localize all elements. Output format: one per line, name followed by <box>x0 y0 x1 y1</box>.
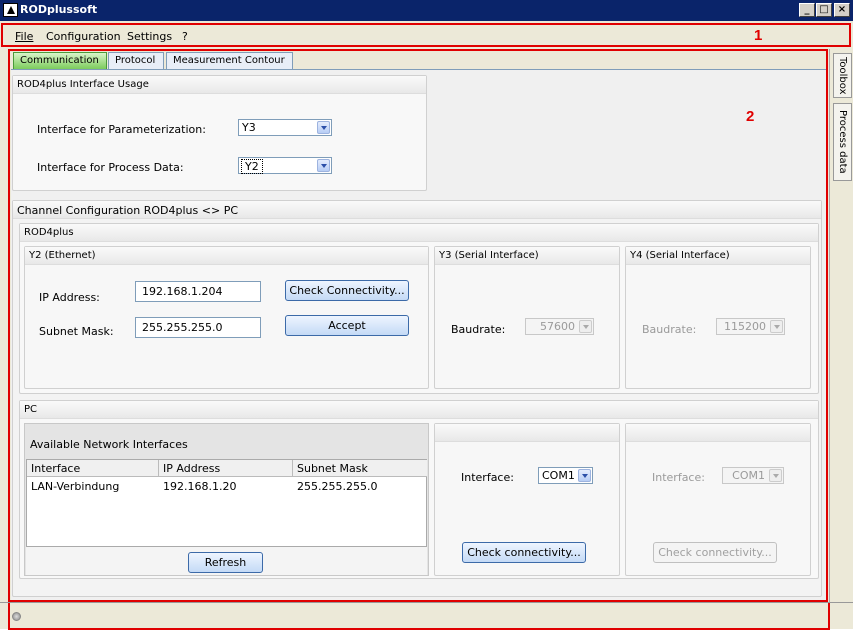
status-led-icon <box>12 612 21 621</box>
channel-config-group: Channel Configuration ROD4plus <> PC ROD… <box>12 200 822 597</box>
table-cell: 255.255.255.0 <box>297 480 378 493</box>
menu-bar: File Configuration Settings ? 1 <box>1 23 851 47</box>
rod4plus-group: ROD4plus Y2 (Ethernet) IP Address: 192.1… <box>19 223 819 394</box>
column-header[interactable]: Interface <box>31 462 80 475</box>
pc-com-select-2[interactable]: COM1 <box>722 467 784 484</box>
y3-serial-group: Y3 (Serial Interface) Baudrate: 57600 <box>434 246 620 389</box>
maximize-button[interactable]: □ <box>816 3 832 17</box>
network-interfaces-panel: Available Network Interfaces Interface I… <box>24 423 429 576</box>
menu-file[interactable]: File <box>15 30 33 43</box>
side-tab-process-data[interactable]: Process data <box>833 103 852 181</box>
process-interface-select[interactable]: Y2 <box>238 157 332 174</box>
pc-serial-group-1: Interface: COM1 Check connectivity... <box>434 423 620 576</box>
menu-settings[interactable]: Settings <box>127 30 172 43</box>
ip-label: IP Address: <box>39 291 100 304</box>
group-title: Y4 (Serial Interface) <box>626 247 810 265</box>
chevron-down-icon <box>769 469 782 482</box>
subnet-label: Subnet Mask: <box>39 325 114 338</box>
baudrate-label: Baudrate: <box>451 323 506 336</box>
chevron-down-icon <box>317 121 330 134</box>
side-tab-toolbox[interactable]: Toolbox <box>833 53 852 98</box>
group-title: Y3 (Serial Interface) <box>435 247 619 265</box>
refresh-button[interactable]: Refresh <box>188 552 263 573</box>
table-cell: 192.168.1.20 <box>163 480 237 493</box>
subnet-mask-input[interactable]: 255.255.255.0 <box>135 317 261 338</box>
param-interface-select[interactable]: Y3 <box>238 119 332 136</box>
pc-com-select-1[interactable]: COM1 <box>538 467 593 484</box>
chevron-down-icon <box>770 320 783 333</box>
column-header[interactable]: IP Address <box>163 462 220 475</box>
menu-help[interactable]: ? <box>182 30 188 43</box>
minimize-button[interactable]: _ <box>799 3 815 17</box>
table-row[interactable]: LAN-Verbindung 192.168.1.20 255.255.255.… <box>27 478 427 495</box>
interface-usage-group: ROD4plus Interface Usage Interface for P… <box>12 75 427 191</box>
y2-ethernet-group: Y2 (Ethernet) IP Address: 192.168.1.204 … <box>24 246 429 389</box>
y3-baudrate-select[interactable]: 57600 <box>525 318 594 335</box>
interface-label: Interface: <box>652 471 705 484</box>
process-label: Interface for Process Data: <box>37 161 184 174</box>
group-title: ROD4plus <box>20 224 818 242</box>
baudrate-label: Baudrate: <box>642 323 697 336</box>
chevron-down-icon <box>578 469 591 482</box>
annotation-1: 1 <box>754 27 763 44</box>
ip-address-input[interactable]: 192.168.1.204 <box>135 281 261 302</box>
table-header: Interface IP Address Subnet Mask <box>27 460 427 477</box>
pc-check-connectivity-button[interactable]: Check connectivity... <box>462 542 586 563</box>
y4-serial-group: Y4 (Serial Interface) Baudrate: 115200 <box>625 246 811 389</box>
tab-content: 2 ROD4plus Interface Usage Interface for… <box>11 69 826 600</box>
window-title: RODplussoft <box>20 3 98 16</box>
table-cell: LAN-Verbindung <box>31 480 120 493</box>
network-interfaces-table: Interface IP Address Subnet Mask LAN-Ver… <box>26 459 427 547</box>
group-title: Channel Configuration ROD4plus <> PC <box>13 201 821 219</box>
accept-button[interactable]: Accept <box>285 315 409 336</box>
status-bar <box>0 602 853 630</box>
pc-group: PC Available Network Interfaces Interfac… <box>19 400 819 579</box>
annotation-2: 2 <box>746 108 755 125</box>
tab-protocol[interactable]: Protocol <box>108 52 164 69</box>
interface-label: Interface: <box>461 471 514 484</box>
app-window: RODplussoft _ □ × File Configuration Set… <box>0 0 853 630</box>
side-panel: Toolbox Process data <box>829 49 853 629</box>
tab-communication[interactable]: Communication <box>13 52 107 69</box>
pc-check-connectivity-button-disabled[interactable]: Check connectivity... <box>653 542 777 563</box>
app-logo-icon <box>3 3 18 17</box>
menu-configuration[interactable]: Configuration <box>46 30 121 43</box>
group-title: PC <box>20 401 818 419</box>
check-connectivity-button[interactable]: Check Connectivity... <box>285 280 409 301</box>
group-title: ROD4plus Interface Usage <box>13 76 426 94</box>
close-button[interactable]: × <box>834 3 850 17</box>
chevron-down-icon <box>317 159 330 172</box>
network-interfaces-title: Available Network Interfaces <box>30 438 188 451</box>
tab-measurement-contour[interactable]: Measurement Contour <box>166 52 293 69</box>
y4-baudrate-select[interactable]: 115200 <box>716 318 785 335</box>
title-bar: RODplussoft _ □ × <box>0 0 853 21</box>
param-label: Interface for Parameterization: <box>37 123 206 136</box>
group-title: Y2 (Ethernet) <box>25 247 428 265</box>
pc-serial-group-2: Interface: COM1 Check connectivity... <box>625 423 811 576</box>
chevron-down-icon <box>579 320 592 333</box>
column-header[interactable]: Subnet Mask <box>297 462 368 475</box>
